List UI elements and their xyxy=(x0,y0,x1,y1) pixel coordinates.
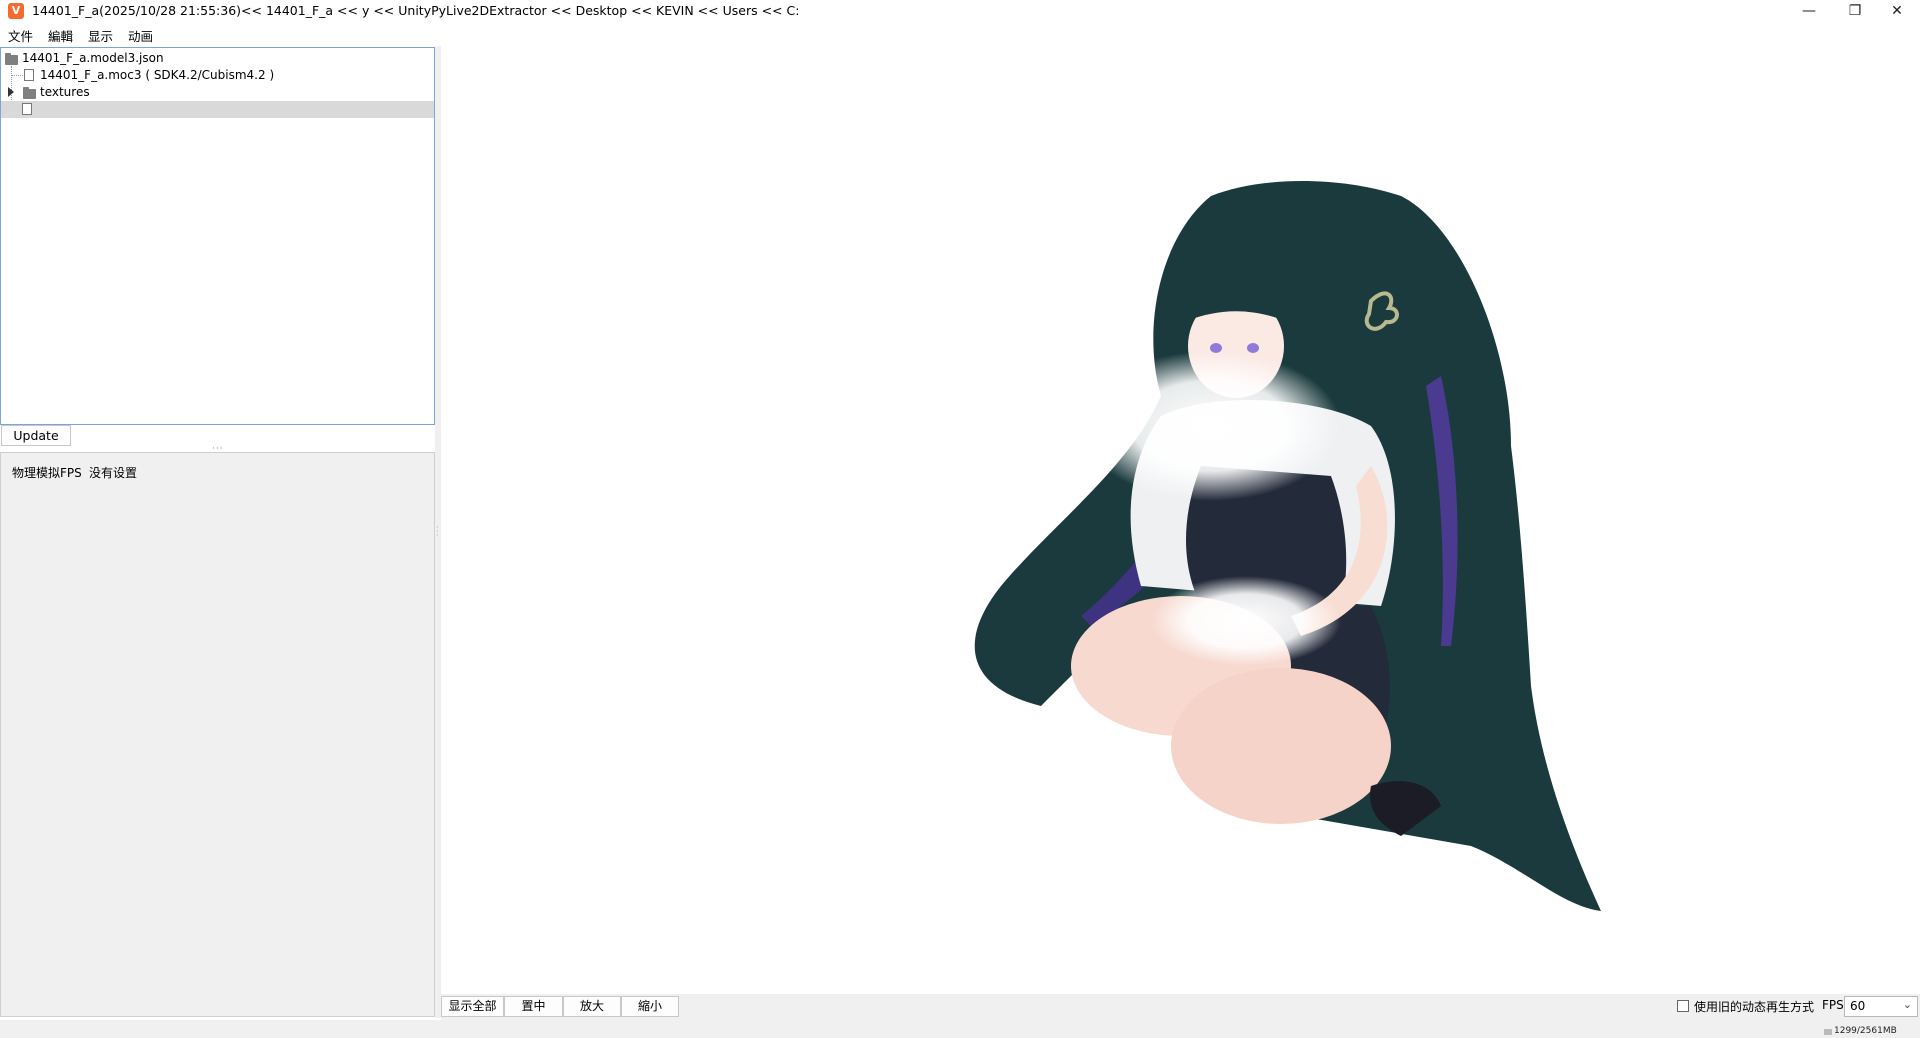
app-icon: V xyxy=(8,3,24,19)
menu-view[interactable]: 显示 xyxy=(88,26,113,45)
tree-item-textures[interactable]: textures xyxy=(1,84,434,101)
splitter-grip-icon: · · · xyxy=(436,523,439,540)
center-button[interactable]: 置中 xyxy=(504,996,563,1017)
update-button[interactable]: Update xyxy=(1,425,71,446)
menu-file[interactable]: 文件 xyxy=(8,26,33,45)
folder-icon xyxy=(5,53,18,65)
title-bar: V 14401_F_a(2025/10/28 21:55:36)<< 14401… xyxy=(0,0,1920,22)
menu-edit[interactable]: 編輯 xyxy=(48,26,73,45)
chevron-down-icon: ⌄ xyxy=(1902,998,1912,1011)
tree-item-selected[interactable] xyxy=(1,101,434,118)
menu-animation[interactable]: 动画 xyxy=(128,26,153,45)
zoom-out-button[interactable]: 縮小 xyxy=(621,996,679,1017)
file-icon xyxy=(22,103,32,115)
tree-item-model3[interactable]: 14401_F_a.model3.json xyxy=(1,50,434,67)
expand-arrow-icon[interactable] xyxy=(8,87,14,97)
minimize-button[interactable]: — xyxy=(1786,0,1832,22)
physics-fps-label: 物理模拟FPS xyxy=(12,466,82,480)
memory-icon xyxy=(1824,1029,1832,1035)
close-button[interactable]: ✕ xyxy=(1874,0,1920,22)
zoom-in-button[interactable]: 放大 xyxy=(563,996,621,1017)
fps-select[interactable]: 60 ⌄ xyxy=(1844,996,1918,1017)
tree-item-label: textures xyxy=(40,85,90,99)
folder-icon xyxy=(23,87,36,99)
bottom-toolbar: 显示全部 置中 放大 縮小 使用旧的动态再生方式 FPS 60 ⌄ xyxy=(441,994,1920,1020)
legacy-motion-checkbox[interactable] xyxy=(1677,1000,1689,1012)
model-canvas[interactable] xyxy=(441,46,1920,996)
tree-item-label: 14401_F_a.model3.json xyxy=(22,51,164,65)
show-all-button[interactable]: 显示全部 xyxy=(441,996,504,1017)
fps-value: 60 xyxy=(1850,999,1866,1013)
fps-label: FPS xyxy=(1822,998,1844,1012)
legacy-motion-label: 使用旧的动态再生方式 xyxy=(1694,1000,1815,1014)
window-title: 14401_F_a(2025/10/28 21:55:36)<< 14401_F… xyxy=(32,3,800,18)
tree-item-moc3[interactable]: 14401_F_a.moc3 ( SDK4.2/Cubism4.2 ) xyxy=(1,67,434,84)
physics-fps-value: 没有设置 xyxy=(89,466,138,480)
maximize-button[interactable]: ❐ xyxy=(1832,0,1878,22)
character-illustration xyxy=(974,181,1601,911)
file-icon xyxy=(24,69,34,81)
tree-item-label: 14401_F_a.moc3 ( SDK4.2/Cubism4.2 ) xyxy=(40,68,275,82)
status-bar: 1299/2561MB xyxy=(0,1020,1920,1038)
memory-usage: 1299/2561MB xyxy=(1834,1026,1897,1036)
file-tree[interactable]: 14401_F_a.model3.json 14401_F_a.moc3 ( S… xyxy=(0,47,435,425)
properties-panel: 物理模拟FPS 没有设置 xyxy=(0,452,435,1017)
